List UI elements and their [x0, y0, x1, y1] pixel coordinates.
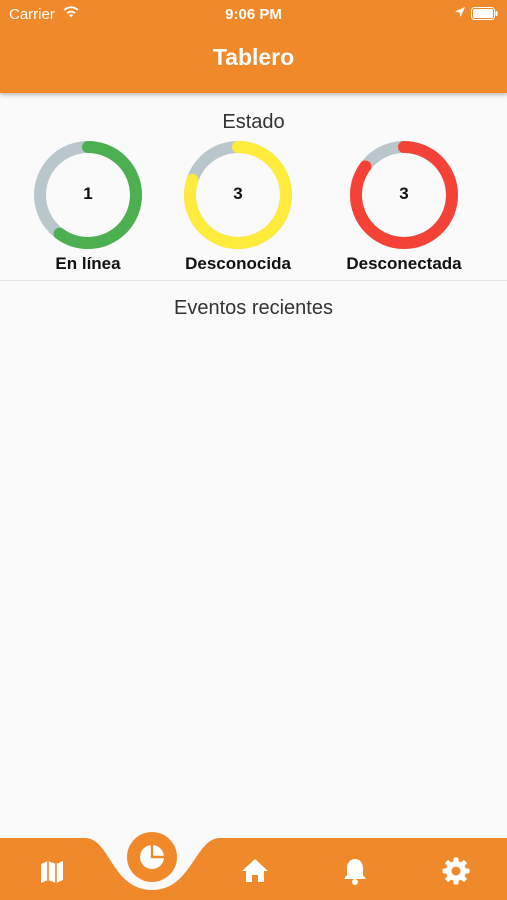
gauge-desconectada[interactable]: 3 Desconectada [339, 140, 469, 274]
nav-dashboard[interactable] [127, 832, 177, 882]
section-divider [0, 280, 507, 281]
gauge-desconocida[interactable]: 3 Desconocida [173, 140, 303, 274]
home-icon [242, 859, 268, 882]
estado-title: Estado [222, 111, 285, 133]
page-title: Tablero [212, 44, 295, 70]
bell-icon [344, 859, 366, 885]
gear-icon [442, 857, 470, 885]
map-icon [41, 861, 63, 883]
nav-home[interactable] [239, 855, 271, 887]
gauge-en-linea[interactable]: 1 En línea [23, 140, 153, 274]
gauge-count: 1 [83, 184, 93, 203]
gauge-label: En línea [55, 254, 121, 273]
location-arrow-icon [455, 7, 465, 17]
gauge-label: Desconocida [185, 254, 291, 273]
battery-icon [471, 7, 498, 20]
nav-notifications[interactable] [339, 855, 371, 887]
app-header: Carrier 9:06 PM Tablero [0, 0, 507, 93]
gauge-label: Desconectada [346, 254, 462, 273]
gauge-count: 3 [233, 184, 243, 203]
eventos-title: Eventos recientes [174, 297, 333, 319]
nav-map[interactable] [36, 856, 68, 888]
clock: 9:06 PM [225, 6, 282, 23]
nav-settings[interactable] [440, 855, 472, 887]
dashboard-icon [140, 845, 164, 869]
status-bar: Carrier 9:06 PM [0, 0, 507, 28]
gauge-count: 3 [399, 184, 409, 203]
